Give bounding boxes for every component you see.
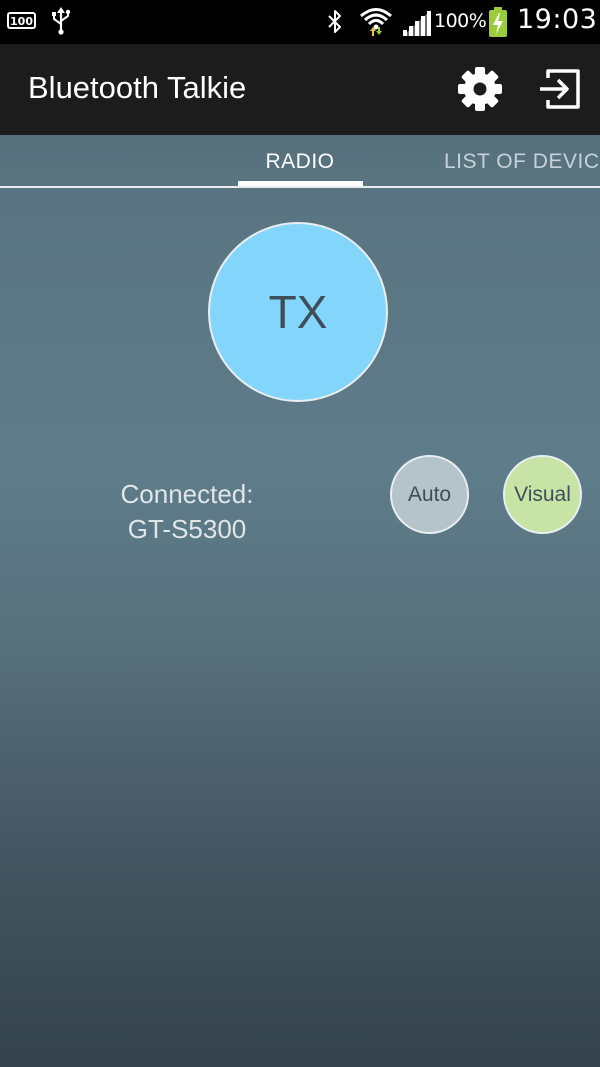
storage-100-icon: 100	[6, 9, 38, 37]
visual-button[interactable]: Visual	[503, 455, 582, 534]
auto-button[interactable]: Auto	[390, 455, 469, 534]
status-bar: 100 100% 19:03	[0, 0, 600, 44]
wifi-icon	[359, 5, 393, 43]
status-clock: 19:03	[517, 4, 598, 35]
battery-charging-icon	[486, 6, 510, 42]
tab-strip: RADIO LIST OF DEVIC	[0, 135, 600, 189]
battery-percent: 100%	[434, 10, 487, 32]
action-bar: Bluetooth Talkie	[0, 44, 600, 135]
tab-list-of-devices[interactable]: LIST OF DEVIC	[444, 150, 599, 174]
settings-icon	[455, 67, 505, 118]
signal-icon	[401, 8, 433, 42]
connection-status-label: Connected:	[120, 479, 254, 509]
connected-device-name: GT-S5300	[127, 514, 247, 544]
tab-divider	[0, 186, 600, 188]
tab-radio[interactable]: RADIO	[238, 150, 362, 174]
tx-button[interactable]: TX	[208, 222, 388, 402]
settings-button[interactable]	[455, 64, 505, 114]
app-screen: 100 100% 19:03 Bluetooth Talkie RADIO LI…	[0, 0, 600, 1067]
exit-icon	[535, 69, 585, 118]
svg-text:100: 100	[10, 15, 33, 28]
app-title: Bluetooth Talkie	[28, 70, 247, 105]
usb-icon	[50, 6, 72, 40]
exit-button[interactable]	[535, 64, 585, 114]
bluetooth-icon	[326, 8, 344, 40]
connection-status: Connected: GT-S5300	[92, 477, 282, 547]
